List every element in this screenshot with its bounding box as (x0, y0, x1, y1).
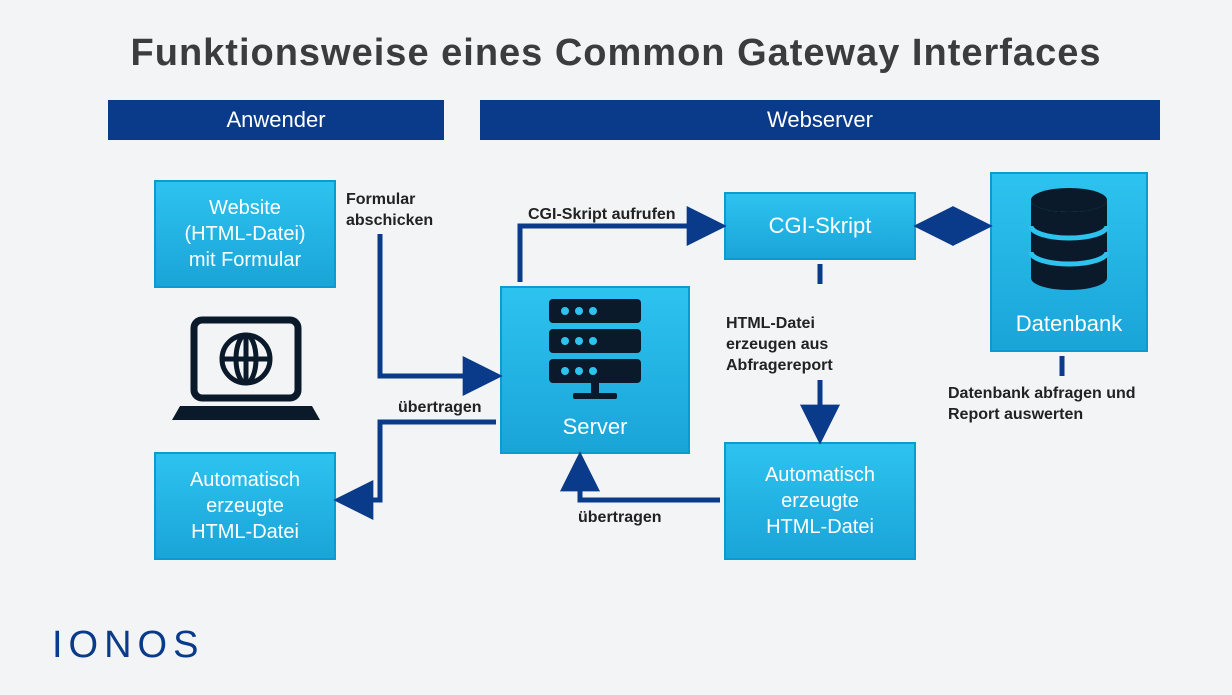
laptop-icon (172, 314, 320, 426)
node-database: Datenbank (990, 172, 1148, 352)
section-header-anwender: Anwender (108, 100, 444, 140)
database-icon (1024, 186, 1114, 304)
label-cgi-aufrufen: CGI-Skript aufrufen (528, 205, 676, 226)
server-icon (543, 299, 647, 407)
node-auto1-label: Automatisch erzeugte HTML-Datei (190, 467, 300, 545)
label-db-abfragen: Datenbank abfragen und Report auswerten (948, 384, 1168, 426)
label-uebertragen-server: übertragen (578, 508, 662, 529)
page-title: Funktionsweise eines Common Gateway Inte… (0, 32, 1232, 75)
label-formular-abschicken: Formular abschicken (346, 190, 433, 232)
node-cgi-label: CGI-Skript (769, 212, 872, 241)
section-header-webserver: Webserver (480, 100, 1160, 140)
label-html-erzeugen: HTML-Datei erzeugen aus Abfragereport (726, 314, 886, 376)
label-uebertragen-client: übertragen (398, 398, 482, 419)
node-website-label: Website (HTML-Datei) mit Formular (184, 195, 305, 273)
node-db-label: Datenbank (1016, 310, 1122, 339)
brand-logo: IONOS (52, 624, 222, 667)
node-server-label: Server (563, 413, 628, 442)
node-auto2-label: Automatisch erzeugte HTML-Datei (765, 462, 875, 540)
node-auto-html-client: Automatisch erzeugte HTML-Datei (154, 452, 336, 560)
node-website-form: Website (HTML-Datei) mit Formular (154, 180, 336, 288)
node-cgi-skript: CGI-Skript (724, 192, 916, 260)
node-server: Server (500, 286, 690, 454)
node-auto-html-server: Automatisch erzeugte HTML-Datei (724, 442, 916, 560)
